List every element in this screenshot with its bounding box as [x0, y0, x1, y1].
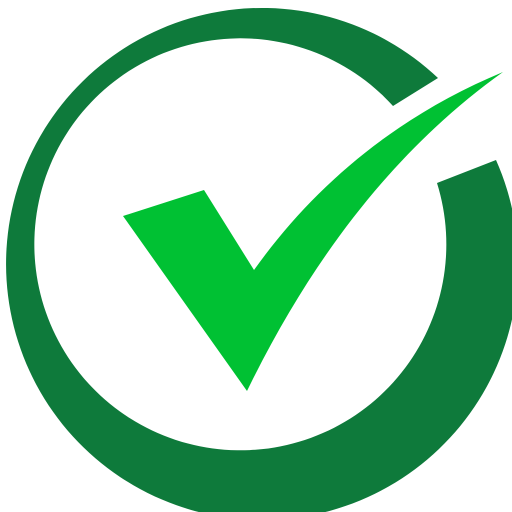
check-circle-icon — [0, 0, 512, 512]
check-circle-graphic — [6, 7, 512, 512]
circle-ring — [6, 7, 512, 512]
